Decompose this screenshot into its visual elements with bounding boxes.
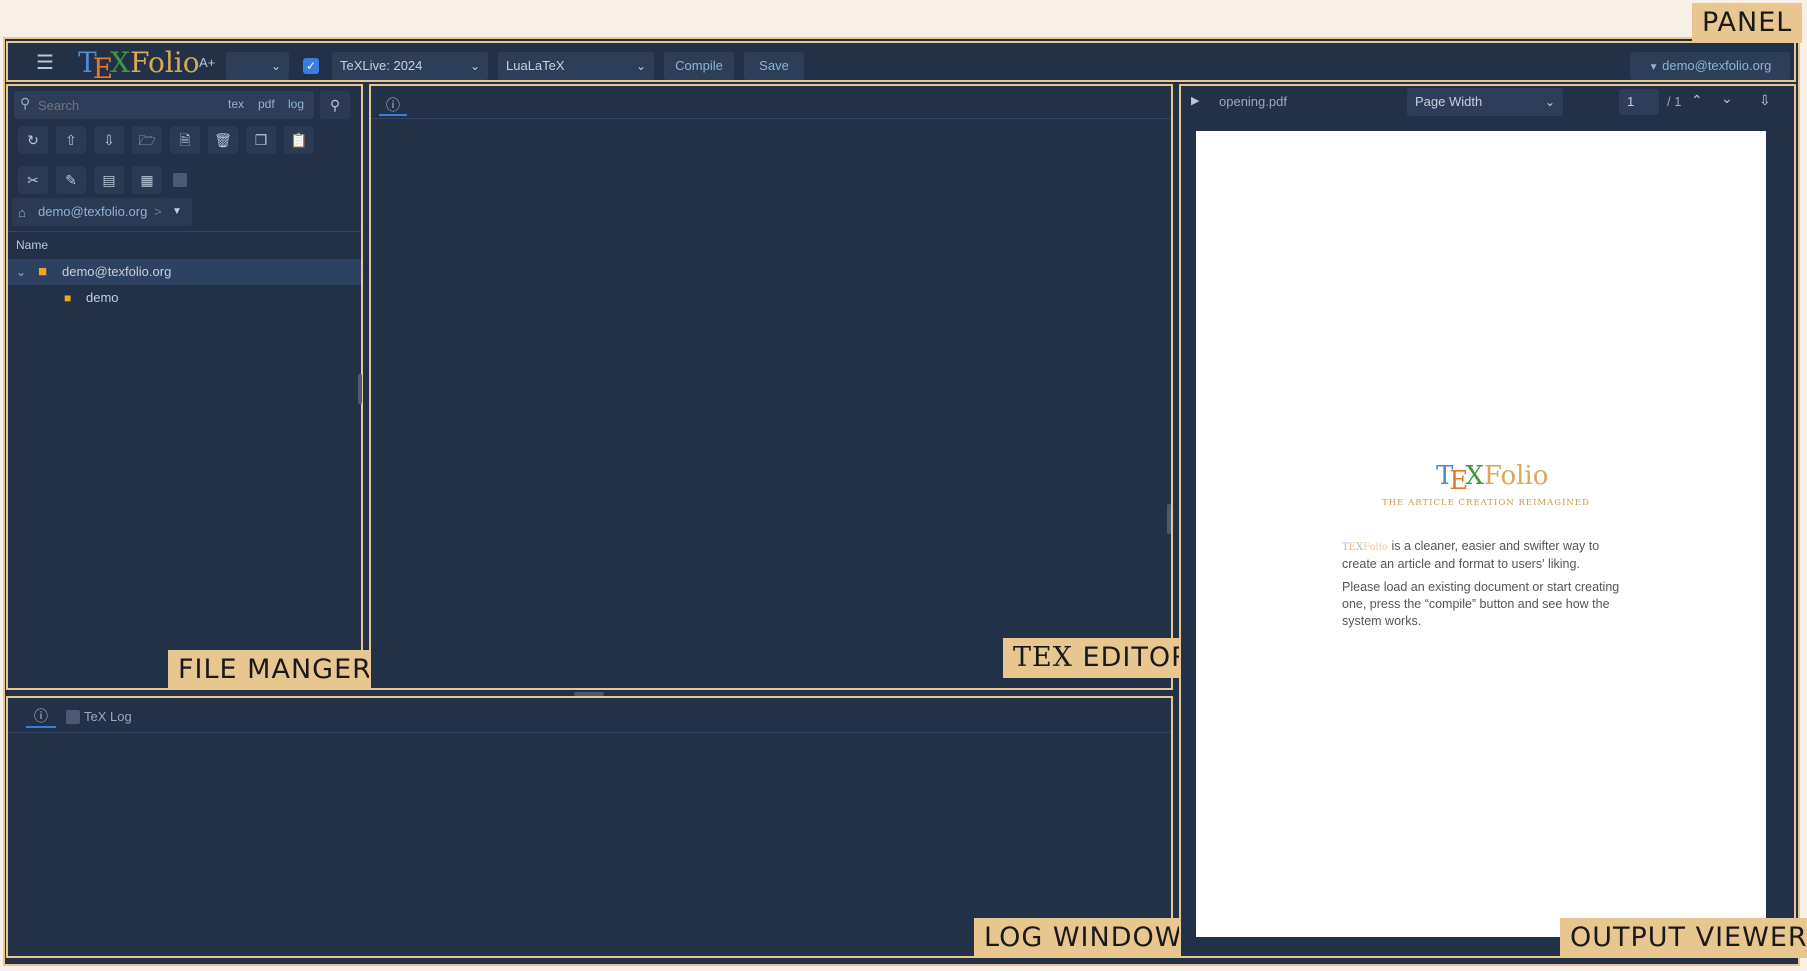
divider [8,732,1171,733]
info-tab-icon[interactable]: ⓘ [379,94,407,116]
search-box: ⚲ tex pdf log [14,91,314,119]
page-brand-e: E [1348,542,1356,553]
tree-row[interactable]: ■ demo [8,285,361,311]
chevron-down-icon: ⌄ [1544,95,1555,109]
resize-handle[interactable] [358,374,362,404]
filter-tex[interactable]: tex [228,97,244,111]
archive-icon[interactable]: ▤ [94,166,124,194]
tree-structure-icon[interactable]: ▦ [132,166,162,194]
tree-row[interactable]: ⌄ ■ demo@texfolio.org [8,259,361,285]
folder-icon: ■ [38,263,48,280]
cut-icon[interactable]: ✂ [18,166,48,194]
chevron-down-icon: ⌄ [270,59,281,73]
new-file-icon[interactable]: 🗎 [170,126,200,154]
info-tab-icon[interactable]: ⓘ [26,704,56,728]
column-header-name: Name [16,238,49,252]
tex-engine-select[interactable]: LuaLaTeX ⌄ [498,52,654,80]
caret-down-icon: ▼ [1648,62,1659,73]
tex-distribution-value: TeXLive: 2024 [340,58,423,73]
new-folder-icon[interactable]: 🗁 [132,126,162,154]
tex-editor-label-tex: TEX [1013,642,1073,673]
logo-x: X [110,46,131,79]
search-icon: ⚲ [20,95,31,111]
output-viewer-panel: ▶ opening.pdf Page Width ⌄ 1 / 1 ⌃ ⌄ ⇩ TE… [1179,84,1796,958]
font-size-select[interactable]: ⌄ [226,52,289,80]
save-button[interactable]: Save [744,52,804,80]
font-size-label: A+ [199,55,216,70]
rename-icon[interactable]: ✎ [56,166,86,194]
tree-item-label: demo [86,290,119,305]
hamburger-menu-icon[interactable]: ☰ [36,52,54,74]
logo-e: E [92,52,114,85]
divider [8,231,361,232]
user-email: demo@texfolio.org [1662,58,1772,73]
page-paragraph-2: Please load an existing document or star… [1342,580,1620,628]
divider [371,118,1171,119]
upload-icon[interactable]: ⇧ [56,126,86,154]
output-viewer-label: OUTPUT VIEWER [1560,918,1807,958]
folder-icon: ■ [64,291,72,305]
breadcrumb-item[interactable]: demo@texfolio.org [38,198,147,226]
panel-label: PANEL [1692,3,1803,43]
breadcrumb: ⌂ demo@texfolio.org > ▼ [12,198,192,226]
logo-folio: Folio [130,46,200,79]
page-brand: TEXFolio [1342,542,1388,553]
page-logo-folio: Folio [1483,461,1549,491]
texfolio-logo: TEXFolio [78,44,200,85]
next-page-icon[interactable]: ⌄ [1721,90,1733,107]
select-all-checkbox[interactable] [173,173,187,187]
page-number-input[interactable]: 1 [1619,89,1659,115]
page-logo: TEXFolio [1436,461,1549,496]
page-logo-x: X [1465,461,1484,491]
zoom-select[interactable]: Page Width ⌄ [1407,88,1563,116]
breadcrumb-separator: > [154,204,162,219]
previous-page-icon[interactable]: ⌃ [1691,92,1703,109]
compile-button[interactable]: Compile [664,52,734,80]
chevron-down-icon[interactable]: ⌄ [16,259,26,285]
toggle-sidebar-icon[interactable]: ▶ [1191,94,1199,107]
home-icon[interactable]: ⌂ [18,199,26,227]
search-input[interactable] [38,95,188,115]
filter-pdf[interactable]: pdf [258,97,275,111]
file-manager-label: FILE MANGER [168,650,382,690]
delete-icon[interactable]: 🗑 [208,126,238,154]
top-panel: ☰ TEXFolio A+ ⌄ ✓ TeXLive: 2024 ⌄ LuaLaTe… [6,41,1796,85]
tex-editor-label-word: EDITOR [1082,642,1191,673]
refresh-icon[interactable]: ↻ [18,126,48,154]
chevron-down-icon: ⌄ [469,59,480,73]
tex-log-tab[interactable]: TeX Log [84,709,132,724]
page-total: / 1 [1667,94,1682,109]
copy-icon[interactable]: ❐ [246,126,276,154]
paste-icon[interactable]: 📋 [284,126,314,154]
page-logo-e: E [1449,466,1469,496]
search-button-icon[interactable]: ⚲ [320,91,350,119]
chevron-down-icon: ⌄ [635,59,646,73]
option-checkbox[interactable]: ✓ [303,58,319,74]
tex-editor-label: TEX EDITOR [1003,638,1201,678]
file-manager-panel: ⚲ tex pdf log ⚲ ↻ ⇧ ⇩ 🗁 🗎 🗑 ❐ 📋 ✂ ✎ ▤ ▦ … [6,84,363,690]
resize-handle[interactable] [1167,504,1171,534]
page-paragraph-1: TEXFolio is a cleaner, easier and swifte… [1342,538,1632,573]
tex-log-tab-checkbox[interactable] [66,710,80,724]
zoom-value: Page Width [1415,94,1483,109]
pdf-file-name: opening.pdf [1219,94,1287,109]
user-menu-button[interactable]: ▼ demo@texfolio.org [1630,52,1790,80]
tex-editor-panel: ⓘ [369,84,1173,690]
tree-item-label: demo@texfolio.org [62,264,172,279]
tex-distribution-select[interactable]: TeXLive: 2024 ⌄ [332,52,488,80]
page-brand-t: T [1342,542,1349,553]
log-window-label: LOG WINDOW [974,918,1193,958]
tex-engine-value: LuaLaTeX [506,58,565,73]
page-brand-folio: Folio [1363,542,1388,553]
caret-down-icon[interactable]: ▼ [172,198,182,226]
page-tagline: THE ARTICLE CREATION REIMAGINED [1382,498,1590,508]
pdf-page: TEXFolio THE ARTICLE CREATION REIMAGINED… [1196,131,1766,937]
download-icon[interactable]: ⇩ [94,126,124,154]
filter-log[interactable]: log [288,97,304,111]
download-pdf-icon[interactable]: ⇩ [1759,92,1771,109]
